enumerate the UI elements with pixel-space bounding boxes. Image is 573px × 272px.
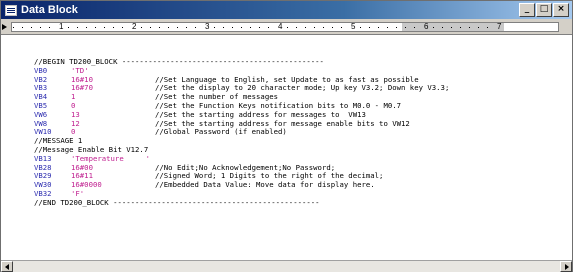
ruler-tick bbox=[360, 27, 361, 28]
ruler-tick bbox=[287, 27, 288, 28]
ruler-tick bbox=[405, 27, 406, 28]
line-comment: //Set the number of messages bbox=[155, 92, 279, 102]
line-value: 0 bbox=[71, 100, 76, 110]
ruler-number: 4 bbox=[278, 22, 283, 31]
line-text: //Message Enable Bit V12.7 bbox=[34, 144, 149, 154]
ruler-tick bbox=[13, 27, 14, 28]
line-comment: //Set the starting address for message e… bbox=[155, 118, 410, 128]
maximize-button[interactable]: □ bbox=[536, 3, 552, 17]
line-comment: //Signed Word; 1 Digits to the right of … bbox=[155, 171, 384, 181]
line-text: //BEGIN TD200_BLOCK --------------------… bbox=[34, 57, 324, 66]
scroll-right-button[interactable] bbox=[560, 261, 572, 272]
ruler-tick bbox=[487, 27, 488, 28]
ruler-tick bbox=[414, 27, 415, 28]
ruler-tick bbox=[378, 27, 379, 28]
title-bar[interactable]: Data Block _ □ × bbox=[1, 1, 572, 19]
ruler-tick bbox=[305, 27, 306, 28]
horizontal-scrollbar[interactable] bbox=[1, 260, 572, 272]
line-value: 16#70 bbox=[71, 83, 93, 93]
ruler-tick bbox=[150, 27, 151, 28]
line-comment: //Set the starting address for messages … bbox=[155, 109, 366, 119]
ruler-tick bbox=[31, 27, 32, 28]
ruler-tick bbox=[478, 27, 479, 28]
ruler-track: 1 2 3 4 5 6 7 bbox=[11, 22, 559, 32]
ruler-number: 2 bbox=[132, 22, 137, 31]
ruler-tick bbox=[168, 27, 169, 28]
code-line[interactable]: //BEGIN TD200_BLOCK --------------------… bbox=[34, 57, 449, 67]
ruler-tick bbox=[314, 27, 315, 28]
ruler-number: 5 bbox=[351, 22, 356, 31]
ruler-tick bbox=[86, 27, 87, 28]
ruler-tick bbox=[451, 27, 452, 28]
line-comment: //Set the display to 20 character mode; … bbox=[155, 83, 450, 93]
editor-content[interactable]: //BEGIN TD200_BLOCK --------------------… bbox=[1, 36, 572, 260]
code-block: //BEGIN TD200_BLOCK --------------------… bbox=[34, 57, 450, 208]
ruler-tick bbox=[250, 27, 251, 28]
code-line[interactable]: VW10 0//Global Password (if enabled) bbox=[34, 127, 449, 137]
ruler-tick bbox=[113, 27, 114, 28]
code-line[interactable]: VW30 16#0000//Embedded Data Value: Move d… bbox=[34, 180, 449, 190]
ruler-tick bbox=[195, 27, 196, 28]
ruler-tick bbox=[268, 27, 269, 28]
ruler-tick bbox=[141, 27, 142, 28]
ruler-number: 3 bbox=[205, 22, 210, 31]
ruler-tick bbox=[104, 27, 105, 28]
ruler-tick bbox=[49, 27, 50, 28]
line-comment: //Embedded Data Value: Move data for dis… bbox=[155, 180, 375, 190]
ruler-tick bbox=[95, 27, 96, 28]
ruler-tick bbox=[296, 27, 297, 28]
ruler-tick bbox=[469, 27, 470, 28]
line-text: //MESSAGE 1 bbox=[34, 136, 83, 146]
ruler-tick bbox=[396, 27, 397, 28]
ruler-number: 1 bbox=[59, 22, 64, 31]
ruler-tick bbox=[232, 27, 233, 28]
line-comment: //Global Password (if enabled) bbox=[155, 127, 287, 137]
ruler-tick bbox=[177, 27, 178, 28]
window-controls: _ □ × bbox=[519, 3, 569, 17]
minimize-button[interactable]: _ bbox=[519, 3, 535, 17]
ruler-tick bbox=[332, 27, 333, 28]
ruler-tick bbox=[22, 27, 23, 28]
close-button[interactable]: × bbox=[553, 3, 569, 17]
ruler-tick bbox=[369, 27, 370, 28]
ruler-tick bbox=[259, 27, 260, 28]
ruler-indent-marker[interactable] bbox=[2, 24, 7, 30]
ruler-tick bbox=[214, 27, 215, 28]
ruler: 1 2 3 4 5 6 7 bbox=[1, 19, 572, 35]
line-value: 0 bbox=[71, 127, 76, 137]
ruler-tick bbox=[223, 27, 224, 28]
ruler-number: 7 bbox=[497, 22, 502, 31]
ruler-tick bbox=[323, 27, 324, 28]
ruler-tick bbox=[77, 27, 78, 28]
line-value: 1 bbox=[71, 92, 76, 102]
window-title: Data Block bbox=[21, 4, 78, 16]
ruler-tick bbox=[387, 27, 388, 28]
data-block-icon bbox=[5, 4, 17, 16]
line-comment: //No Edit;No Acknowledgement;No Password… bbox=[155, 162, 336, 172]
line-comment: //Set the Function Keys notification bit… bbox=[155, 100, 402, 110]
line-text: //END TD200_BLOCK ----------------------… bbox=[34, 197, 320, 207]
ruler-tick bbox=[159, 27, 160, 28]
data-block-window: Data Block _ □ × 1234567 //BEGIN TD200_B… bbox=[0, 0, 573, 272]
ruler-tick bbox=[186, 27, 187, 28]
code-line[interactable]: //END TD200_BLOCK ----------------------… bbox=[34, 197, 449, 208]
arrow-right-icon bbox=[565, 264, 569, 270]
arrow-left-icon bbox=[5, 264, 9, 270]
ruler-tick bbox=[68, 27, 69, 28]
ruler-tick bbox=[460, 27, 461, 28]
ruler-tick bbox=[442, 27, 443, 28]
line-value: 13 bbox=[71, 109, 80, 119]
ruler-tick bbox=[341, 27, 342, 28]
ruler-tick bbox=[433, 27, 434, 28]
line-value: 12 bbox=[71, 118, 80, 128]
line-comment: //Set Language to English, set Update to… bbox=[155, 74, 419, 84]
ruler-tick bbox=[40, 27, 41, 28]
ruler-highlight bbox=[402, 23, 504, 31]
ruler-tick bbox=[122, 27, 123, 28]
scroll-left-button[interactable] bbox=[1, 261, 13, 272]
ruler-number: 6 bbox=[424, 22, 429, 31]
ruler-tick bbox=[241, 27, 242, 28]
